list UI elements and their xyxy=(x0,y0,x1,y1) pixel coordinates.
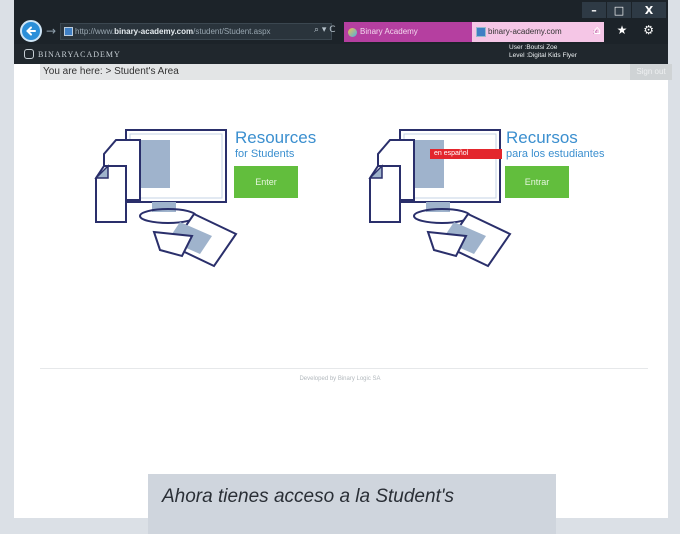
tab-favicon-icon xyxy=(348,28,357,37)
recursos-title: Recursos xyxy=(506,128,578,147)
breadcrumb: You are here: > Student's Area xyxy=(43,66,179,77)
window-controls: – □ X xyxy=(581,2,666,20)
site-logo[interactable]: BINARYACADEMY xyxy=(24,49,121,59)
back-arrow-icon xyxy=(26,26,36,36)
caption-box: Ahora tienes acceso a la Student's xyxy=(148,474,556,534)
tab-binary-academy[interactable]: Binary Academy xyxy=(344,22,472,42)
forward-arrow-icon[interactable]: → xyxy=(46,24,56,38)
breadcrumb-bar: You are here: > Student's Area Sign out xyxy=(40,64,672,80)
back-button[interactable] xyxy=(20,20,42,42)
tab-favicon-icon xyxy=(476,27,486,37)
tab-title: Binary Academy xyxy=(360,27,418,36)
user-level: Level :Digital Kids Flyer xyxy=(509,52,577,59)
navigation-bar: → http://www.binary-academy.com/student/… xyxy=(14,20,668,44)
footer-divider xyxy=(40,368,648,369)
entrar-button[interactable]: Entrar xyxy=(505,166,569,198)
user-info: User :Boutsi Zoe Level :Digital Kids Fly… xyxy=(509,44,577,60)
resources-title: Resources xyxy=(235,128,317,147)
espanol-badge: en español xyxy=(430,149,502,159)
sign-out-button[interactable]: Sign out xyxy=(630,64,672,80)
resources-illustration[interactable] xyxy=(94,126,238,268)
address-prefix: http://www. xyxy=(75,27,115,36)
address-path: /student/Student.aspx xyxy=(193,27,271,36)
close-button[interactable]: X xyxy=(632,2,666,18)
recursos-illustration[interactable] xyxy=(368,126,512,268)
site-favicon-icon xyxy=(64,27,73,36)
address-bar[interactable]: http://www.binary-academy.com/student/St… xyxy=(60,23,332,40)
search-refresh-icons[interactable]: ⌕ ▾ C xyxy=(314,25,336,35)
logo-icon xyxy=(24,49,34,59)
minimize-button[interactable]: – xyxy=(582,2,606,18)
address-domain: binary-academy.com xyxy=(114,27,194,36)
user-name: User :Boutsi Zoe xyxy=(509,44,558,51)
tab-title: binary-academy.com xyxy=(488,27,562,36)
site-header: BINARYACADEMY User :Boutsi Zoe Level :Di… xyxy=(14,44,668,64)
toolbar-icons[interactable]: ⌂ ★ ⚙ xyxy=(593,23,660,37)
resources-subtitle: for Students xyxy=(235,148,295,160)
enter-button[interactable]: Enter xyxy=(234,166,298,198)
footer-credit: Developed by Binary Logic SA xyxy=(299,376,381,382)
caption-text: Ahora tienes acceso a la Student's xyxy=(162,486,454,507)
maximize-button[interactable]: □ xyxy=(607,2,631,18)
tab-binary-academy-com[interactable]: binary-academy.com × xyxy=(472,22,604,42)
recursos-subtitle: para los estudiantes xyxy=(506,148,605,160)
